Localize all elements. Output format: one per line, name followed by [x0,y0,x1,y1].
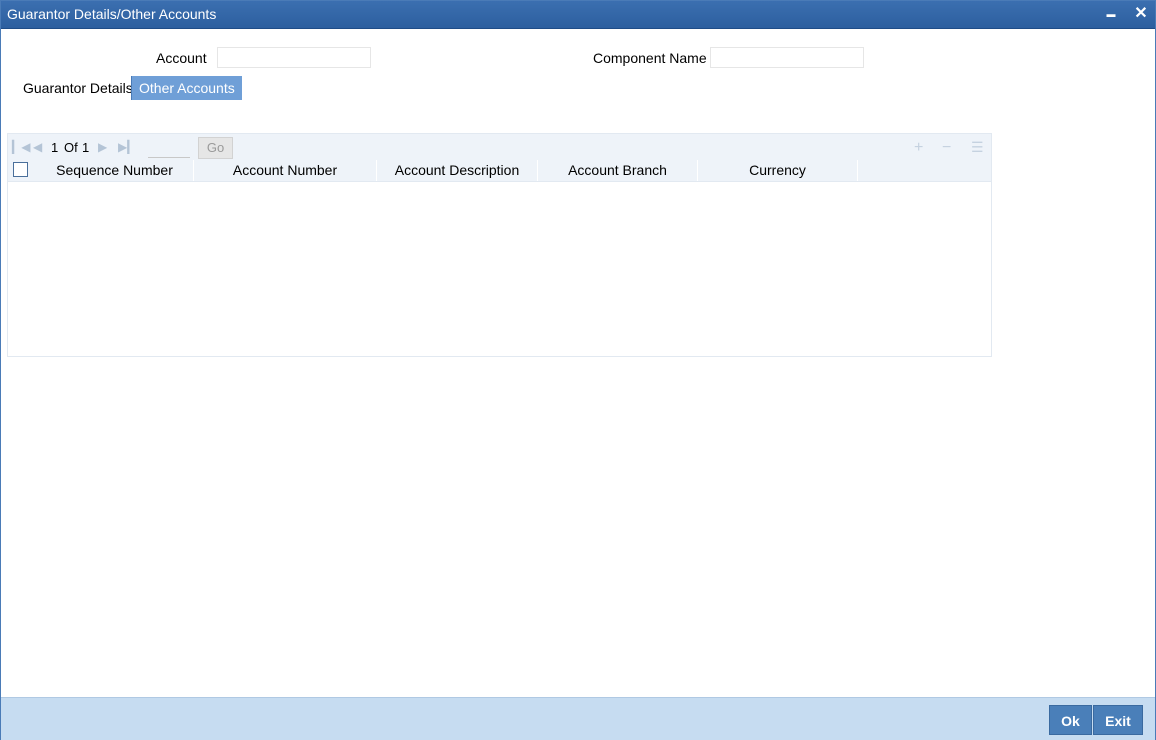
account-label: Account [156,50,207,66]
minimize-icon[interactable]: ▬ [1102,5,1120,23]
account-input[interactable] [217,47,371,68]
footer-bar: Ok Exit [1,697,1155,740]
ok-button[interactable]: Ok [1049,705,1092,735]
grid-body [8,182,991,356]
of-label: Of [64,140,78,155]
select-all-checkbox[interactable] [13,162,28,177]
component-name-label: Component Name [593,50,707,66]
window-title: Guarantor Details/Other Accounts [7,6,217,22]
page-number-input[interactable] [148,138,190,158]
column-header-account-branch[interactable]: Account Branch [538,160,698,181]
next-page-icon[interactable]: ▶ [98,140,107,154]
component-name-input[interactable] [710,47,864,68]
current-page: 1 [51,140,59,155]
delete-row-icon[interactable]: − [942,139,951,157]
exit-button[interactable]: Exit [1093,705,1143,735]
first-page-icon[interactable]: ▎◀ [12,140,30,154]
previous-page-icon[interactable]: ◀ [33,140,42,154]
single-view-icon[interactable]: ☰ [971,139,984,156]
grid-header: Sequence Number Account Number Account D… [8,160,991,182]
add-row-icon[interactable]: + [914,139,923,157]
column-header-currency[interactable]: Currency [698,160,858,181]
dialog-window: Guarantor Details/Other Accounts ▬ ✕ Acc… [0,0,1156,740]
column-header-sequence-number[interactable]: Sequence Number [36,160,194,181]
close-icon[interactable]: ✕ [1132,5,1150,23]
title-bar: Guarantor Details/Other Accounts ▬ ✕ [1,1,1155,29]
tab-guarantor-details[interactable]: Guarantor Details [16,76,140,100]
last-page-icon[interactable]: ▶▎ [118,140,136,154]
tab-other-accounts[interactable]: Other Accounts [131,76,242,100]
grid-toolbar: ▎◀ ◀ 1 Of 1 ▶ ▶▎ Go + − ☰ [8,134,991,160]
total-pages: 1 [82,140,90,155]
go-button[interactable]: Go [198,137,233,159]
column-header-account-description[interactable]: Account Description [377,160,538,181]
column-header-account-number[interactable]: Account Number [194,160,377,181]
other-accounts-grid: ▎◀ ◀ 1 Of 1 ▶ ▶▎ Go + − ☰ Sequence Numbe… [7,133,992,357]
